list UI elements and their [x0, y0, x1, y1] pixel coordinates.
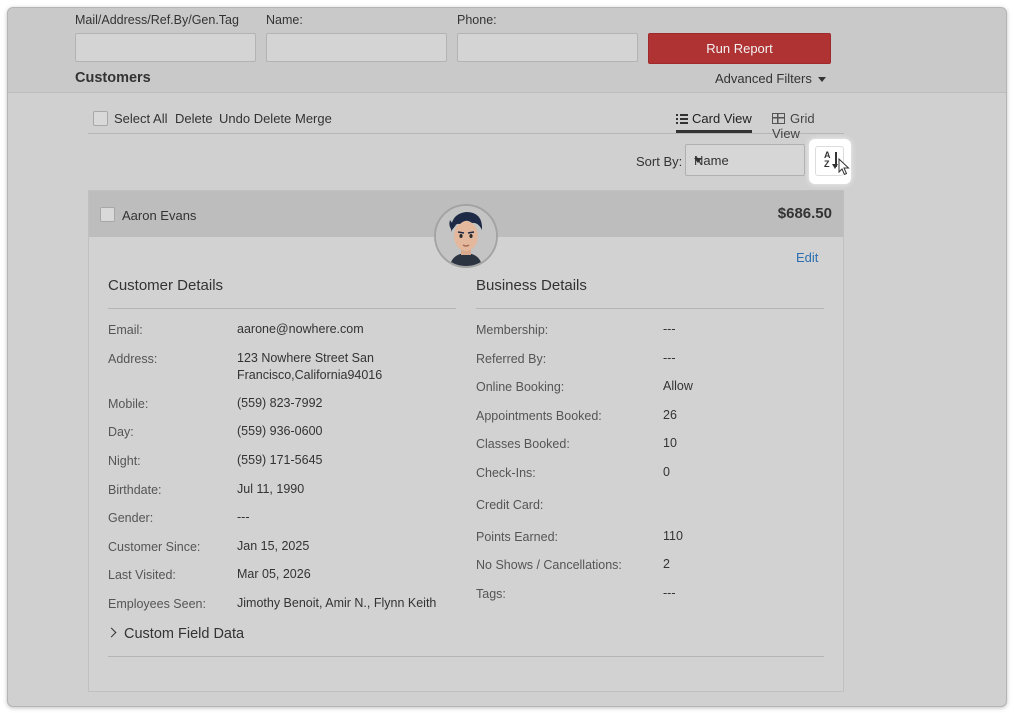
tags-label: Tags:: [476, 587, 506, 601]
business-details-title: Business Details: [476, 277, 587, 294]
advanced-filters-dropdown[interactable]: Advanced Filters: [715, 71, 826, 86]
divider: [108, 308, 456, 309]
name-filter-label: Name:: [266, 13, 303, 27]
points-earned-label: Points Earned:: [476, 530, 558, 544]
address-label: Address:: [108, 352, 158, 366]
mobile-value: (559) 823-7992: [237, 396, 323, 410]
mobile-label: Mobile:: [108, 397, 149, 411]
filter-bar: Mail/Address/Ref.By/Gen.Tag Name: Phone:…: [8, 8, 1006, 93]
sort-az-bottom: Z: [824, 159, 830, 169]
phone-filter-input[interactable]: [457, 33, 638, 62]
gender-value: ---: [237, 510, 250, 524]
email-label: Email:: [108, 323, 143, 337]
check-ins-label: Check-Ins:: [476, 466, 536, 480]
custom-field-data-toggle[interactable]: Custom Field Data: [106, 626, 245, 642]
chevron-right-icon: [106, 627, 117, 638]
check-ins-value: 0: [663, 465, 670, 479]
phone-filter-label: Phone:: [457, 13, 497, 27]
tags-value: ---: [663, 586, 676, 600]
membership-value: ---: [663, 322, 676, 336]
tab-card-view[interactable]: Card View: [676, 111, 752, 126]
advanced-filters-label: Advanced Filters: [715, 71, 812, 86]
active-tab-underline: [676, 130, 752, 133]
run-report-button[interactable]: Run Report: [648, 33, 831, 64]
online-booking-label: Online Booking:: [476, 380, 565, 394]
page-title: Customers: [75, 70, 151, 86]
mail-filter-label: Mail/Address/Ref.By/Gen.Tag: [75, 13, 239, 27]
sort-az-letters: AZ: [824, 151, 831, 169]
membership-label: Membership:: [476, 323, 549, 337]
custom-field-data-label: Custom Field Data: [124, 626, 245, 642]
employees-seen-value: Jimothy Benoit, Amir N., Flynn Keith: [237, 596, 437, 610]
name-filter-input[interactable]: [266, 33, 447, 62]
card-view-label: Card View: [692, 111, 752, 126]
customer-name[interactable]: Aaron Evans: [122, 208, 196, 223]
day-label: Day:: [108, 425, 134, 439]
app-window: Mail/Address/Ref.By/Gen.Tag Name: Phone:…: [7, 7, 1007, 707]
employees-seen-label: Employees Seen:: [108, 597, 206, 611]
appointments-booked-label: Appointments Booked:: [476, 409, 602, 423]
last-visited-label: Last Visited:: [108, 568, 176, 582]
address-value: 123 Nowhere Street San Francisco,Califor…: [237, 351, 383, 382]
tab-grid-view[interactable]: Grid View: [772, 111, 844, 141]
divider: [108, 656, 824, 657]
birthdate-label: Birthdate:: [108, 483, 162, 497]
birthdate-value: Jul 11, 1990: [237, 482, 305, 496]
day-value: (559) 936-0600: [237, 424, 323, 438]
online-booking-value: Allow: [663, 379, 693, 393]
list-icon: [676, 114, 688, 124]
credit-card-label: Credit Card:: [476, 498, 544, 512]
customer-since-label: Customer Since:: [108, 540, 201, 554]
appointments-booked-value: 26: [663, 408, 677, 422]
customer-select-checkbox[interactable]: [100, 207, 115, 222]
night-value: (559) 171-5645: [237, 453, 323, 467]
customer-details-title: Customer Details: [108, 277, 224, 294]
select-all-label[interactable]: Select All: [114, 111, 167, 126]
undo-delete-button[interactable]: Undo Delete: [219, 111, 291, 126]
caret-down-icon: [694, 158, 702, 163]
caret-down-icon: [817, 77, 826, 83]
avatar-illustration: [436, 206, 496, 266]
grid-icon: [772, 113, 785, 124]
referred-by-label: Referred By:: [476, 352, 547, 366]
merge-button[interactable]: Merge: [295, 111, 332, 126]
avatar: [434, 204, 498, 268]
points-earned-value: 110: [663, 529, 683, 543]
edit-customer-link[interactable]: Edit: [796, 250, 818, 265]
gender-label: Gender:: [108, 511, 154, 525]
no-shows-value: 2: [663, 557, 670, 571]
customer-balance: $686.50: [777, 205, 832, 222]
email-value: aarone@nowhere.com: [237, 322, 364, 336]
customer-since-value: Jan 15, 2025: [237, 539, 310, 553]
referred-by-value: ---: [663, 351, 676, 365]
sort-arrow-down-icon: [832, 152, 838, 169]
mail-filter-input[interactable]: [75, 33, 256, 62]
classes-booked-label: Classes Booked:: [476, 437, 570, 451]
select-all-checkbox[interactable]: [93, 111, 108, 126]
night-label: Night:: [108, 454, 141, 468]
no-shows-label: No Shows / Cancellations:: [476, 558, 622, 572]
delete-button[interactable]: Delete: [175, 111, 213, 126]
sort-by-select[interactable]: Name: [685, 144, 805, 176]
classes-booked-value: 10: [663, 436, 677, 450]
divider: [476, 308, 824, 309]
mouse-cursor-icon: [838, 158, 850, 176]
customer-toolbar: Select All Delete Undo Delete Merge Card…: [88, 105, 844, 141]
sort-by-label: Sort By:: [636, 154, 683, 169]
last-visited-value: Mar 05, 2026: [237, 567, 311, 581]
